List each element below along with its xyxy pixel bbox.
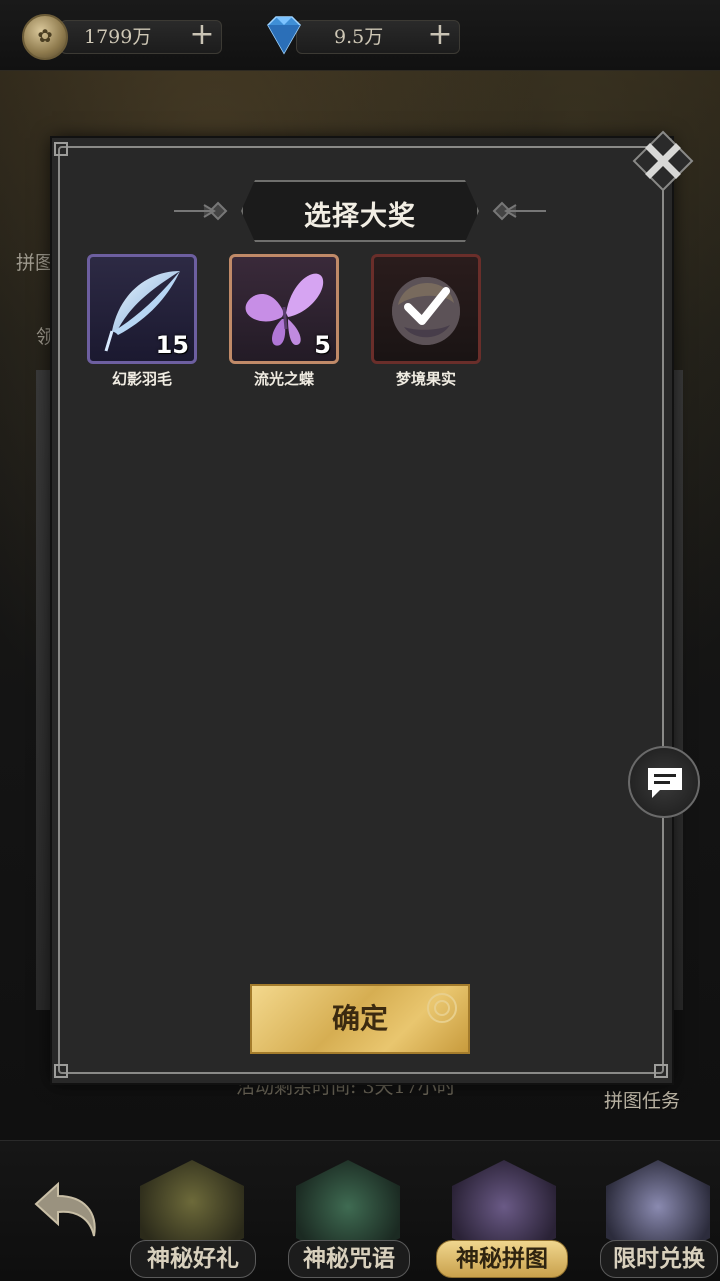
checkmark-icon — [404, 287, 450, 325]
tab-label[interactable]: 神秘咒语 — [288, 1240, 410, 1278]
item-name: 梦境果实 — [395, 370, 456, 388]
puzzle-tasks-link[interactable]: 拼图任务 — [604, 1086, 680, 1113]
item-count: 5 — [314, 331, 331, 359]
confirm-button[interactable]: 确定 — [250, 984, 470, 1054]
tab-label-active[interactable]: 神秘拼图 — [436, 1240, 568, 1278]
tab-label[interactable]: 限时兑换 — [600, 1240, 718, 1278]
add-coin-button[interactable]: + — [186, 18, 218, 52]
title-ornament-left — [174, 201, 228, 221]
coin-icon: ✿ — [22, 14, 68, 60]
item-name: 流光之蝶 — [253, 370, 314, 388]
add-gem-button[interactable]: + — [424, 18, 456, 52]
title-ornament-right — [492, 201, 546, 221]
reward-item-butterfly[interactable]: 5 — [229, 254, 339, 364]
reward-item-dream-fruit[interactable] — [371, 254, 481, 364]
gem-amount: 9.5万 — [334, 26, 384, 48]
coin-amount: 1799万 — [84, 26, 152, 48]
background-label-puzzle: 拼图 — [16, 252, 55, 274]
item-count: 15 — [155, 331, 189, 359]
diamond-icon — [267, 16, 301, 55]
frame-corner — [54, 1064, 68, 1078]
frame-corner — [654, 1064, 668, 1078]
reward-item-feather[interactable]: 15 — [87, 254, 197, 364]
close-button[interactable] — [632, 130, 694, 192]
dialog-title: 选择大奖 — [304, 201, 416, 232]
chat-button[interactable] — [628, 746, 700, 818]
back-arrow-icon[interactable] — [28, 1176, 104, 1246]
item-name: 幻影羽毛 — [111, 370, 172, 388]
tab-label[interactable]: 神秘好礼 — [130, 1240, 256, 1278]
frame-corner — [54, 142, 68, 156]
resource-bar: ✿ 1799万 + 9.5万 + — [0, 0, 720, 71]
chat-bubble-icon — [648, 768, 682, 798]
background-panel-left-edge — [36, 370, 51, 1010]
confirm-label: 确定 — [331, 1002, 388, 1035]
